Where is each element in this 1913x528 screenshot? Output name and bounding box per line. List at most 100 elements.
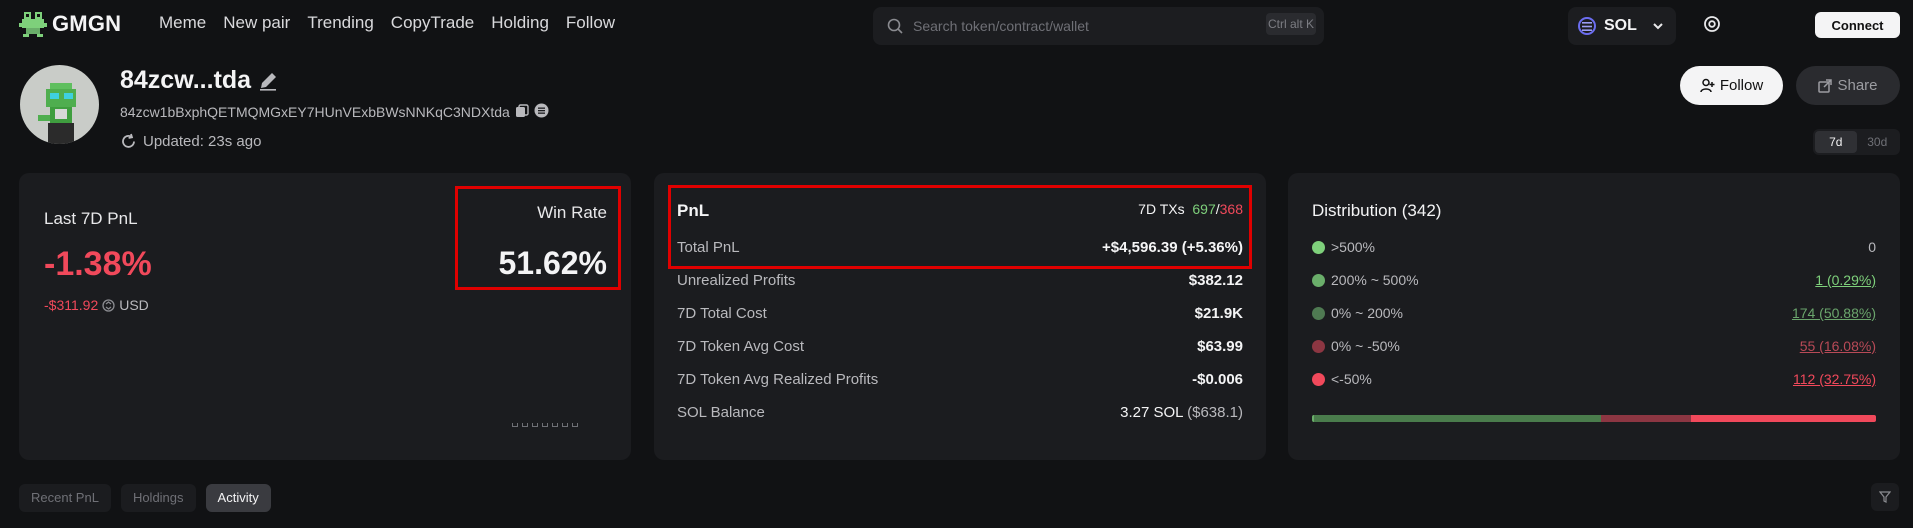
- stat-label: 7D Token Avg Cost: [677, 338, 805, 355]
- search-shortcut: Ctrl alt K: [1266, 13, 1316, 35]
- chevron-down-icon: [1653, 23, 1663, 30]
- filter-button[interactable]: [1871, 483, 1899, 511]
- follow-label: Follow: [1719, 77, 1764, 94]
- range-label: <-50%: [1331, 371, 1372, 387]
- filter-icon: [1879, 491, 1891, 503]
- win-rate-value: 51.62%: [498, 245, 607, 281]
- distribution-bar-segment: [1313, 415, 1601, 422]
- sol-balance-label: SOL Balance: [677, 404, 765, 421]
- currency-label: USD: [119, 297, 149, 313]
- wallet-address-text: 84zcw1bBxphQETMQMGxEY7HUnVExbBWsNNKqC3ND…: [120, 104, 510, 120]
- copy-icon[interactable]: [515, 103, 529, 121]
- nav-meme[interactable]: Meme: [159, 13, 206, 33]
- tx-sells: 368: [1219, 201, 1243, 217]
- pnl-header-row: PnL 7D TXs 697/368: [677, 201, 1243, 221]
- tab-activity[interactable]: Activity: [205, 484, 271, 512]
- distribution-row: 200% ~ 500% 1 (0.29%): [1312, 272, 1876, 288]
- wallet-address: 84zcw1bBxphQETMQMGxEY7HUnVExbBWsNNKqC3ND…: [120, 103, 549, 121]
- last-updated: Updated: 23s ago: [120, 133, 261, 150]
- mini-chart-placeholder: [512, 423, 582, 427]
- range-count[interactable]: 1 (0.29%): [1815, 272, 1876, 288]
- period-toggle: 7d 30d: [1813, 129, 1900, 155]
- pnl-highlight-box: [668, 185, 1252, 269]
- pnl-percent: -1.38%: [44, 245, 152, 283]
- pnl-summary-card: Last 7D PnL -1.38% -$311.92 USD Win Rate…: [19, 173, 631, 460]
- refresh-icon[interactable]: [120, 133, 137, 150]
- stat-row: 7D Total Cost $21.9K: [677, 305, 1243, 322]
- tab-holdings[interactable]: Holdings: [120, 484, 196, 512]
- win-rate-box: Win Rate 51.62%: [455, 186, 621, 290]
- edit-pencil-icon[interactable]: [257, 70, 279, 92]
- tab-recent-pnl[interactable]: Recent PnL: [19, 484, 111, 512]
- stat-value: -$0.006: [1192, 371, 1243, 388]
- search-bar[interactable]: Ctrl alt K: [873, 7, 1324, 45]
- connect-button[interactable]: Connect: [1815, 12, 1900, 38]
- distribution-bar-segment: [1600, 415, 1692, 422]
- wallet-name-text: 84zcw...tda: [120, 66, 252, 94]
- follow-button[interactable]: Follow: [1680, 66, 1783, 105]
- frog-logo-icon: [19, 12, 47, 37]
- dot-icon: [1312, 306, 1325, 320]
- tx-counts: 7D TXs 697/368: [1138, 201, 1243, 221]
- search-icon: [887, 18, 903, 34]
- stat-row: 7D Token Avg Cost $63.99: [677, 338, 1243, 355]
- range-count[interactable]: 174 (50.88%): [1792, 305, 1876, 321]
- currency-switch[interactable]: USD: [102, 297, 149, 313]
- tx-label: 7D TXs: [1138, 201, 1185, 217]
- range-count[interactable]: 112 (32.75%): [1793, 371, 1876, 387]
- range-count[interactable]: 55 (16.08%): [1800, 338, 1876, 354]
- period-7d[interactable]: 7d: [1815, 131, 1857, 153]
- total-pnl-label: Total PnL: [677, 239, 740, 256]
- solscan-icon[interactable]: [534, 103, 549, 121]
- dot-icon: [1312, 240, 1325, 254]
- range-label: 0% ~ -50%: [1331, 338, 1400, 354]
- top-nav: GMGN Meme New pair Trending CopyTrade Ho…: [0, 0, 1913, 50]
- share-icon: [1818, 78, 1833, 93]
- dot-icon: [1312, 273, 1325, 287]
- share-button[interactable]: Share: [1796, 66, 1900, 105]
- avatar: [20, 65, 99, 144]
- sol-amount: 3.27 SOL: [1120, 404, 1183, 421]
- distribution-title: Distribution (342): [1312, 201, 1442, 220]
- range-label: 200% ~ 500%: [1331, 272, 1419, 288]
- stat-value: $382.12: [1188, 272, 1243, 289]
- period-30d[interactable]: 30d: [1857, 131, 1899, 153]
- nav-trending[interactable]: Trending: [307, 13, 373, 33]
- win-rate-label: Win Rate: [537, 203, 607, 222]
- distribution-bar: [1312, 415, 1876, 422]
- range-count: 0: [1868, 239, 1876, 255]
- dot-icon: [1312, 339, 1325, 353]
- wallet-name: 84zcw...tda: [120, 66, 279, 95]
- chain-selector[interactable]: SOL: [1568, 7, 1676, 45]
- distribution-row: >500% 0: [1312, 239, 1876, 255]
- nav-follow[interactable]: Follow: [566, 13, 615, 33]
- pnl-usd-value: -$311.92: [44, 297, 99, 313]
- distribution-row: <-50% 112 (32.75%): [1312, 371, 1876, 387]
- search-input[interactable]: [913, 15, 1213, 37]
- brand-name: GMGN: [52, 11, 122, 36]
- pnl-card-title: Last 7D PnL: [44, 209, 138, 228]
- stat-label: Unrealized Profits: [677, 272, 796, 289]
- distribution-row: 0% ~ 200% 174 (50.88%): [1312, 305, 1876, 321]
- share-label: Share: [1837, 77, 1878, 94]
- gear-icon[interactable]: [1702, 14, 1722, 34]
- stat-label: 7D Total Cost: [677, 305, 767, 322]
- stat-row: Unrealized Profits $382.12: [677, 272, 1243, 289]
- distribution-row: 0% ~ -50% 55 (16.08%): [1312, 338, 1876, 354]
- sol-usd: ($638.1): [1187, 404, 1243, 421]
- nav-holding[interactable]: Holding: [491, 13, 549, 33]
- main-menu: Meme New pair Trending CopyTrade Holding…: [159, 13, 632, 33]
- stat-value: $63.99: [1197, 338, 1243, 355]
- logo[interactable]: GMGN: [18, 9, 121, 39]
- sol-balance-row: SOL Balance 3.27 SOL ($638.1): [677, 404, 1243, 421]
- tab-bar: Recent PnL Holdings Activity: [19, 484, 281, 512]
- nav-copytrade[interactable]: CopyTrade: [391, 13, 474, 33]
- total-pnl-row: Total PnL +$4,596.39 (+5.36%): [677, 239, 1243, 256]
- stat-label: 7D Token Avg Realized Profits: [677, 371, 879, 388]
- swap-icon: [102, 298, 115, 312]
- range-label: >500%: [1331, 239, 1375, 255]
- tx-buys: 697: [1192, 201, 1216, 217]
- pnl-title: PnL: [677, 201, 710, 220]
- updated-text: Updated: 23s ago: [143, 133, 262, 150]
- nav-new-pair[interactable]: New pair: [223, 13, 290, 33]
